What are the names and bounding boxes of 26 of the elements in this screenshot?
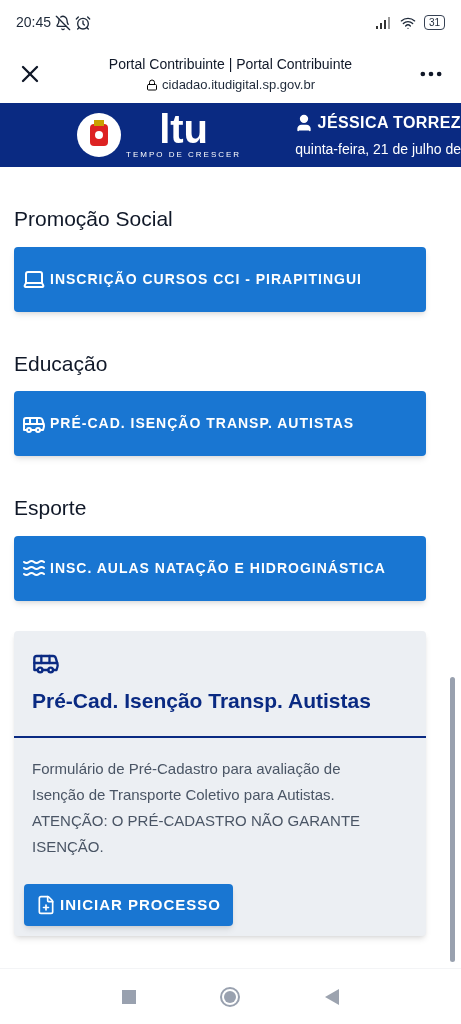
card-title: Pré-Cad. Isenção Transp. Autistas bbox=[32, 687, 372, 714]
service-button[interactable]: PRÉ-CAD. ISENÇÃO TRANSP. AUTISTAS bbox=[14, 391, 426, 456]
coat-of-arms-icon bbox=[76, 112, 122, 158]
logo-tagline: TEMPO DE CRESCER bbox=[126, 149, 242, 161]
card-description: Formulário de Pré-Cadastro para avaliação de Isenção de Transporte Coletivo para Autistas. ATENÇÃO: O PRÉ-CADASTRO NÃO GARANTE ISENÇÃO. bbox=[31, 759, 362, 857]
lock-icon bbox=[146, 78, 158, 91]
signal-icon bbox=[375, 16, 392, 29]
section-title: Esporte bbox=[14, 495, 88, 521]
start-process-button[interactable]: INICIAR PROCESSO bbox=[24, 884, 234, 926]
user-name[interactable]: JÉSSICA TORREZ bbox=[317, 110, 461, 135]
page-title: Portal Contribuinte | Portal Contribuinte bbox=[108, 54, 353, 74]
muted-bell-icon bbox=[55, 14, 72, 31]
alarm-icon bbox=[75, 14, 92, 31]
url-text: cidadao.itudigital.sp.gov.br bbox=[162, 75, 315, 94]
service-button[interactable]: INSCRIÇÃO CURSOS CCI - PIRAPITINGUI bbox=[14, 246, 426, 312]
status-time: 20:45 bbox=[16, 13, 52, 32]
service-button[interactable]: INSC. AULAS NATAÇÃO E HIDROGINÁSTICA bbox=[14, 535, 426, 601]
battery-indicator: 31 bbox=[423, 15, 445, 30]
section-title: Promoção Social bbox=[14, 206, 174, 232]
recent-apps-icon[interactable] bbox=[122, 989, 137, 1004]
home-icon[interactable] bbox=[220, 986, 241, 1007]
back-icon[interactable] bbox=[324, 988, 339, 1005]
section-title: Educação bbox=[14, 350, 109, 377]
file-plus-icon bbox=[36, 895, 56, 915]
logo-text: ltu bbox=[159, 109, 208, 149]
date-text: quinta-feira, 21 de julho de bbox=[295, 139, 461, 159]
